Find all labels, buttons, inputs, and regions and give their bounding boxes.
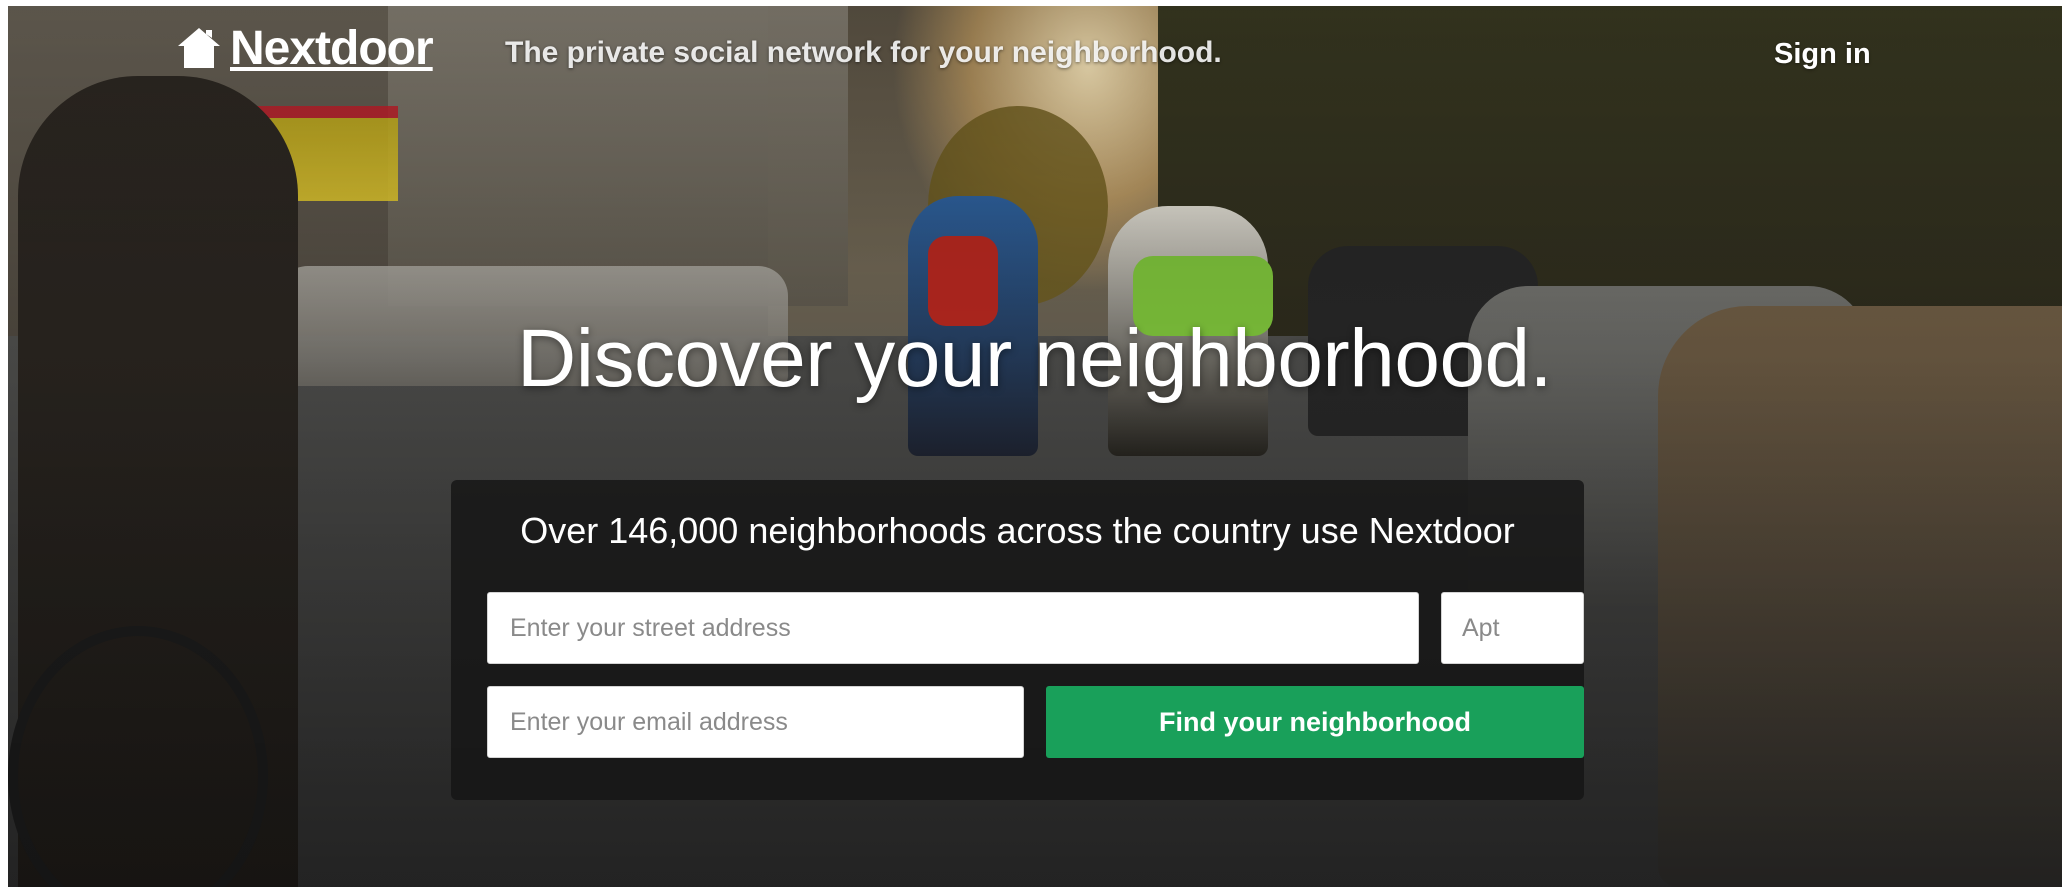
email-input[interactable] [487,686,1024,758]
signup-panel: Over 146,000 neighborhoods across the co… [451,480,1584,800]
hero-headline: Discover your neighborhood. [517,313,1552,404]
logo-text: Nextdoor [230,21,434,75]
apt-input[interactable] [1441,592,1584,664]
street-address-input[interactable] [487,592,1419,664]
nextdoor-logo[interactable]: Nextdoor [176,18,434,78]
find-neighborhood-button[interactable]: Find your neighborhood [1046,686,1584,758]
house-icon [178,28,220,68]
signup-panel-title: Over 146,000 neighborhoods across the co… [520,510,1515,551]
sign-in-link[interactable]: Sign in [1774,38,1871,71]
tagline: The private social network for your neig… [505,36,1222,69]
